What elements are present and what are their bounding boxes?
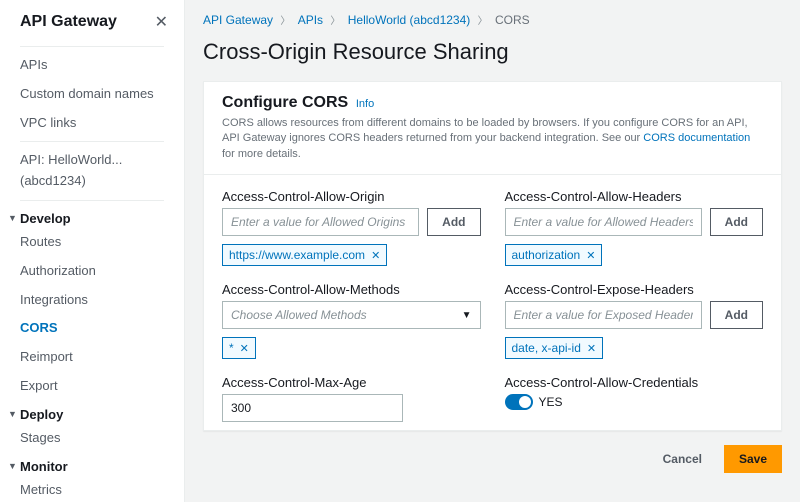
close-icon[interactable]: ✕ — [155, 12, 168, 32]
panel-description: CORS allows resources from different dom… — [222, 116, 763, 162]
add-headers-button[interactable]: Add — [710, 208, 763, 236]
breadcrumb-api[interactable]: HelloWorld (abcd1234) — [348, 13, 471, 27]
field-allow-credentials: Access-Control-Allow-Credentials YES — [505, 375, 764, 422]
sidebar-group-monitor[interactable]: ▼ Monitor — [0, 453, 184, 476]
page-title: Cross-Origin Resource Sharing — [203, 39, 782, 65]
panel-title: Configure CORS — [222, 94, 348, 111]
label-allow-methods: Access-Control-Allow-Methods — [222, 282, 481, 297]
sidebar-group-deploy[interactable]: ▼ Deploy — [0, 401, 184, 424]
sidebar-group-develop[interactable]: ▼ Develop — [0, 205, 184, 228]
sidebar-item-export[interactable]: Export — [0, 372, 184, 401]
chevron-right-icon: 〉 — [330, 16, 340, 27]
toggle-knob — [519, 396, 531, 408]
allow-headers-input[interactable] — [505, 208, 702, 236]
sidebar-item-stages[interactable]: Stages — [0, 424, 184, 453]
sidebar-item-authorization[interactable]: Authorization — [0, 257, 184, 286]
sidebar-item-integrations[interactable]: Integrations — [0, 286, 184, 315]
field-allow-methods: Access-Control-Allow-Methods Choose Allo… — [222, 282, 481, 359]
max-age-input[interactable] — [222, 394, 403, 422]
caret-down-icon: ▼ — [8, 461, 18, 471]
sidebar-link-custom-domains[interactable]: Custom domain names — [0, 80, 184, 109]
add-origin-button[interactable]: Add — [427, 208, 480, 236]
remove-token-icon[interactable]: ✕ — [371, 249, 380, 262]
label-expose-headers: Access-Control-Expose-Headers — [505, 282, 764, 297]
footer-actions: Cancel Save — [203, 445, 782, 473]
field-expose-headers: Access-Control-Expose-Headers Add date, … — [505, 282, 764, 359]
sidebar-link-apis[interactable]: APIs — [0, 51, 184, 80]
sidebar-item-metrics[interactable]: Metrics — [0, 476, 184, 502]
sidebar-api-context: API: HelloWorld...(abcd1234) — [0, 146, 184, 196]
field-allow-headers: Access-Control-Allow-Headers Add authori… — [505, 189, 764, 266]
expose-headers-input[interactable] — [505, 301, 702, 329]
save-button[interactable]: Save — [724, 445, 782, 473]
cors-doc-link[interactable]: CORS documentation — [643, 132, 750, 144]
credentials-toggle[interactable] — [505, 394, 533, 410]
cors-panel: Configure CORS Info CORS allows resource… — [203, 81, 782, 431]
label-max-age: Access-Control-Max-Age — [222, 375, 481, 390]
credentials-value: YES — [539, 395, 563, 409]
remove-token-icon[interactable]: ✕ — [587, 342, 596, 355]
label-allow-credentials: Access-Control-Allow-Credentials — [505, 375, 764, 390]
add-expose-button[interactable]: Add — [710, 301, 763, 329]
caret-down-icon: ▼ — [8, 213, 18, 223]
allow-methods-select[interactable]: Choose Allowed Methods ▼ — [222, 301, 481, 329]
remove-token-icon[interactable]: ✕ — [586, 249, 595, 262]
remove-token-icon[interactable]: ✕ — [240, 342, 249, 355]
methods-token: * ✕ — [222, 337, 256, 359]
field-max-age: Access-Control-Max-Age — [222, 375, 481, 422]
headers-token: authorization ✕ — [505, 244, 603, 266]
breadcrumb-apis[interactable]: APIs — [298, 13, 323, 27]
info-link[interactable]: Info — [356, 98, 374, 110]
caret-down-icon: ▼ — [462, 310, 472, 321]
cancel-button[interactable]: Cancel — [649, 445, 716, 473]
label-allow-headers: Access-Control-Allow-Headers — [505, 189, 764, 204]
field-allow-origin: Access-Control-Allow-Origin Add https://… — [222, 189, 481, 266]
sidebar-link-vpc-links[interactable]: VPC links — [0, 109, 184, 138]
origin-token: https://www.example.com ✕ — [222, 244, 387, 266]
sidebar-item-cors[interactable]: CORS — [0, 314, 184, 343]
sidebar-item-reimport[interactable]: Reimport — [0, 343, 184, 372]
sidebar-item-routes[interactable]: Routes — [0, 228, 184, 257]
expose-token: date, x-api-id ✕ — [505, 337, 604, 359]
label-allow-origin: Access-Control-Allow-Origin — [222, 189, 481, 204]
caret-down-icon: ▼ — [8, 409, 18, 419]
chevron-right-icon: 〉 — [280, 16, 290, 27]
sidebar-title: API Gateway — [20, 13, 117, 31]
breadcrumb-api-gateway[interactable]: API Gateway — [203, 13, 273, 27]
allow-origin-input[interactable] — [222, 208, 419, 236]
breadcrumb: API Gateway 〉 APIs 〉 HelloWorld (abcd123… — [203, 12, 782, 27]
sidebar: API Gateway ✕ APIs Custom domain names V… — [0, 0, 185, 502]
chevron-right-icon: 〉 — [478, 16, 488, 27]
main-content: API Gateway 〉 APIs 〉 HelloWorld (abcd123… — [185, 0, 800, 502]
breadcrumb-current: CORS — [495, 13, 530, 27]
